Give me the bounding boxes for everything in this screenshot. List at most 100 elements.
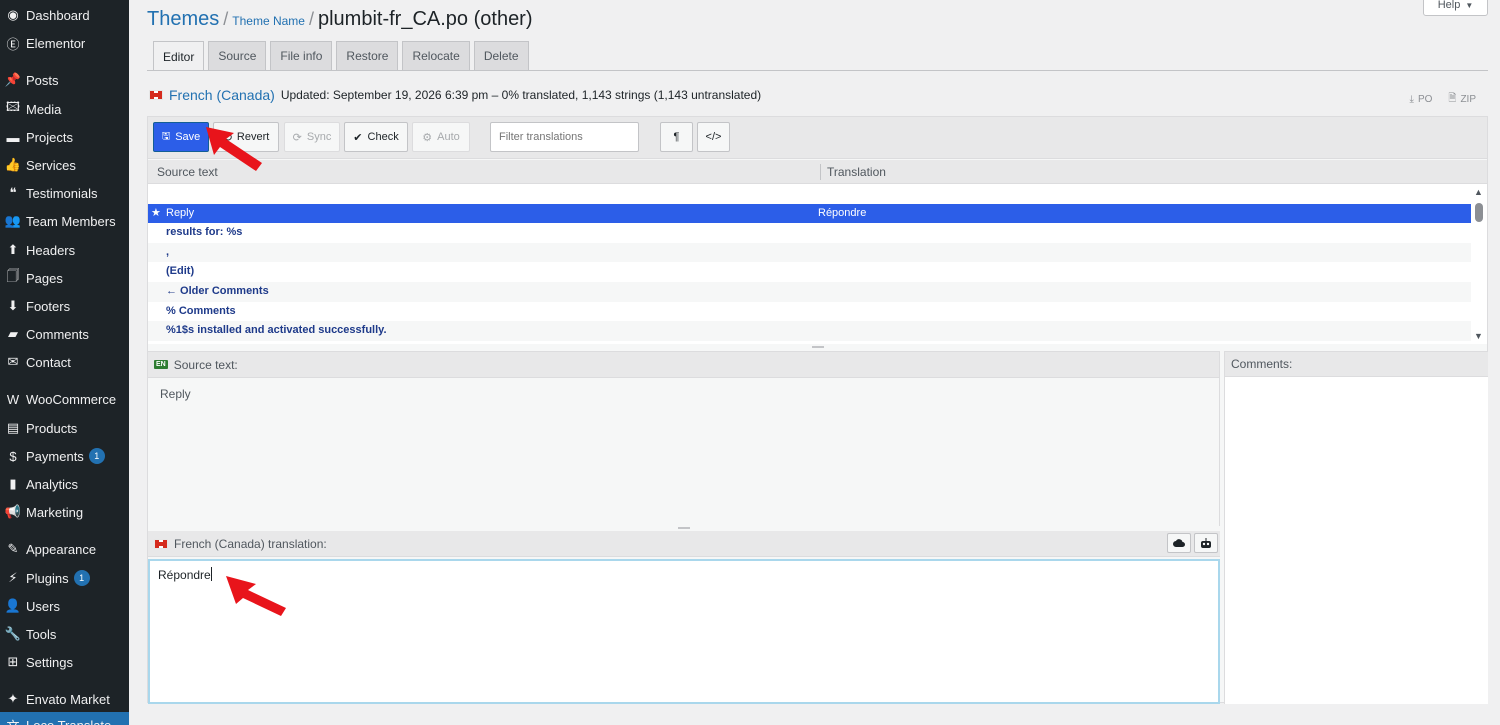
tab-delete[interactable]: Delete xyxy=(473,41,529,70)
revert-button[interactable]: ⟲ Revert xyxy=(213,122,279,152)
po-editor: 🖫 Save ⟲ Revert ⟳ Sync ✔ Check ⚙ Auto ¶ xyxy=(147,116,1488,704)
sidebar-item-label: Users xyxy=(26,598,60,614)
sidebar-item-analytics[interactable]: ▮ Analytics xyxy=(0,471,129,497)
comments-pane-header: Comments: xyxy=(1225,351,1488,377)
sync-label: Sync xyxy=(306,131,332,143)
media-icon: 🖾 xyxy=(5,99,21,114)
toggle-code-view-button[interactable]: </> xyxy=(697,122,730,152)
sidebar-item-marketing[interactable]: 📢 Marketing xyxy=(0,499,129,525)
sidebar-item-dashboard[interactable]: ◉ Dashboard xyxy=(0,2,129,28)
sidebar-item-label: Envato Market xyxy=(26,691,110,707)
table-row[interactable]: (Edit) xyxy=(148,262,1473,282)
auto-translate-button[interactable]: ⚙ Auto xyxy=(412,122,470,152)
translation-value: Répondre xyxy=(158,568,211,582)
locale-language-link[interactable]: French (Canada) xyxy=(169,87,275,103)
table-row[interactable]: % Comments xyxy=(148,302,1473,322)
tab-editor[interactable]: Editor xyxy=(153,41,205,71)
sidebar-item-projects[interactable]: ▬ Projects xyxy=(0,124,129,150)
scroll-thumb[interactable] xyxy=(1475,203,1483,222)
sidebar-item-contact[interactable]: ✉ Contact xyxy=(0,349,129,375)
tab-source[interactable]: Source xyxy=(208,41,267,70)
breadcrumb-theme-name-link[interactable]: Theme Name xyxy=(232,14,305,28)
sidebar-item-elementor[interactable]: Ⓔ Elementor xyxy=(0,30,129,56)
sidebar-item-payments[interactable]: $ Payments 1 xyxy=(0,443,129,469)
sync-button[interactable]: ⟳ Sync xyxy=(284,122,340,152)
column-divider[interactable] xyxy=(820,164,821,180)
toggle-invisibles-button[interactable]: ¶ xyxy=(660,122,693,152)
table-row-selected[interactable]: ★ Reply Répondre xyxy=(148,203,1473,224)
sidebar-item-envato-market[interactable]: ✦ Envato Market xyxy=(0,686,129,712)
sidebar-item-label: Comments xyxy=(26,326,89,342)
checkmark-icon: ✔ xyxy=(353,131,363,144)
scroll-down-icon[interactable]: ▼ xyxy=(1474,331,1483,341)
sidebar-item-woocommerce[interactable]: W WooCommerce xyxy=(0,386,129,412)
canada-flag-icon xyxy=(154,538,168,549)
sidebar-item-label: Payments xyxy=(26,448,84,464)
text-caret xyxy=(210,567,212,581)
save-label: Save xyxy=(175,131,201,143)
thumbs-up-icon: 👍 xyxy=(4,157,22,172)
tab-restore[interactable]: Restore xyxy=(336,41,399,70)
row-source: % Comments xyxy=(166,304,236,317)
save-button[interactable]: 🖫 Save xyxy=(153,122,209,152)
download-po-label: PO xyxy=(1417,94,1433,105)
tabs-divider xyxy=(147,70,1488,71)
tab-relocate[interactable]: Relocate xyxy=(402,41,470,70)
sidebar-item-appearance[interactable]: ✎ Appearance xyxy=(0,536,129,562)
help-button[interactable]: Help ▼ xyxy=(1423,0,1488,16)
update-count-badge: 1 xyxy=(88,448,105,464)
sidebar-item-media[interactable]: 🖾 Media xyxy=(0,96,129,122)
scroll-up-icon[interactable]: ▲ xyxy=(1474,187,1483,197)
column-translation[interactable]: Translation xyxy=(827,165,886,179)
sidebar-item-tools[interactable]: 🔧 Tools xyxy=(0,621,129,647)
sidebar-item-label: Loco Translate xyxy=(26,717,112,725)
sidebar-item-loco-translate[interactable]: 文Loco Translate xyxy=(0,712,129,725)
sidebar-item-label: Elementor xyxy=(26,35,86,51)
sidebar-item-services[interactable]: 👍 Services xyxy=(0,152,129,178)
sidebar-item-pages[interactable]: 🗍 Pages xyxy=(0,265,129,291)
download-zip-link[interactable]: 🗎 ZIP xyxy=(1448,91,1476,108)
file-icon: 🗎 xyxy=(1448,93,1457,104)
table-row[interactable]: results for: %s xyxy=(148,223,1473,243)
row-source: (Edit) xyxy=(166,265,195,278)
sidebar-item-team-members[interactable]: 👥 Team Members xyxy=(0,208,129,234)
table-row[interactable] xyxy=(148,184,1473,204)
cloud-icon xyxy=(1173,539,1185,547)
canada-flag-icon xyxy=(149,90,163,100)
sidebar-item-users[interactable]: 👤 Users xyxy=(0,593,129,619)
sidebar-item-label: Appearance xyxy=(26,541,97,557)
table-row[interactable]: ← Older Comments xyxy=(148,282,1473,302)
translation-textarea[interactable]: Répondre xyxy=(148,559,1220,704)
source-pane-header: EN Source text: xyxy=(148,352,1219,378)
source-text-value: Reply xyxy=(160,387,191,401)
comments-pane: Comments: xyxy=(1224,351,1488,704)
sidebar-item-settings[interactable]: ⊞ Settings xyxy=(0,649,129,675)
sidebar-item-testimonials[interactable]: ❝ Testimonials xyxy=(0,180,129,206)
revert-icon: ⟲ xyxy=(222,131,232,144)
sidebar-item-label: Pages xyxy=(26,270,63,286)
check-button[interactable]: ✔ Check xyxy=(344,122,408,152)
column-source-text[interactable]: Source text xyxy=(157,165,218,179)
resize-handle[interactable] xyxy=(678,527,690,529)
sidebar-item-posts[interactable]: 📌 Posts xyxy=(0,67,129,93)
auto-translate-row-button[interactable] xyxy=(1194,533,1218,553)
list-scrollbar[interactable]: ▲ ▼ xyxy=(1471,184,1487,344)
filter-translations-input[interactable] xyxy=(490,122,639,152)
translation-pane: French (Canada) translation: Répondre xyxy=(148,531,1220,704)
sidebar-item-footers[interactable]: ⬇ Footers xyxy=(0,293,129,319)
comments-label: Comments: xyxy=(1231,357,1293,371)
tab-file-info[interactable]: File info xyxy=(270,41,333,70)
breadcrumb-themes-link[interactable]: Themes xyxy=(147,8,219,31)
settings-icon: ⊞ xyxy=(7,654,19,669)
table-row[interactable]: , xyxy=(148,242,1473,263)
pages-icon: 🗍 xyxy=(6,268,20,283)
resize-handle[interactable] xyxy=(812,346,824,348)
cloud-suggest-button[interactable] xyxy=(1167,533,1191,553)
sidebar-item-headers[interactable]: ⬆ Headers xyxy=(0,237,129,263)
sidebar-item-products[interactable]: ▤ Products xyxy=(0,415,129,441)
sidebar-item-plugins[interactable]: ⚡ Plugins 1 xyxy=(0,565,129,591)
download-po-link[interactable]: ⤓ PO xyxy=(1410,91,1433,108)
table-row[interactable]: %1$s installed and activated successfull… xyxy=(148,321,1473,341)
download-links: ⤓ PO 🗎 ZIP xyxy=(1410,91,1476,108)
sidebar-item-comments[interactable]: ▰ Comments xyxy=(0,321,129,347)
